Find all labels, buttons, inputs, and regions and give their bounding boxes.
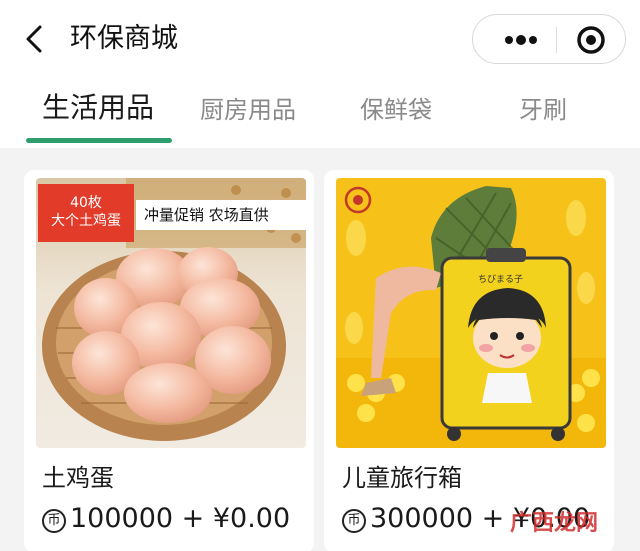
back-arrow-icon[interactable]	[18, 22, 52, 56]
product-name: 儿童旅行箱	[342, 464, 462, 492]
promo-slogan: 冲量促销 农场直供	[136, 200, 306, 230]
tab-toothbrush[interactable]: 牙刷	[519, 94, 567, 126]
watermark: 广西龙网	[510, 511, 599, 536]
active-tab-indicator	[26, 138, 172, 143]
coin-icon: 币	[42, 509, 66, 533]
product-card-suitcase[interactable]: ちびまる子 儿童旅行箱 币 300000 + ¥0.00	[324, 170, 614, 551]
miniprogram-capsule	[472, 14, 626, 64]
product-image-suitcase: ちびまる子	[336, 178, 606, 448]
svg-text:ちびまる子: ちびまる子	[478, 274, 523, 285]
category-tabs: 生活用品 厨房用品 保鲜袋 牙刷	[0, 80, 640, 148]
product-price: 币 100000 + ¥0.00	[42, 500, 290, 538]
product-name: 土鸡蛋	[42, 464, 114, 492]
product-card-eggs[interactable]: 40枚 大个土鸡蛋 冲量促销 农场直供 土鸡蛋 币 100000 + ¥0.00	[24, 170, 314, 551]
page-title: 环保商城	[70, 23, 178, 54]
capsule-divider	[556, 27, 557, 53]
suitcase-illustration: ちびまる子	[336, 178, 606, 448]
promo-badge-desc: 大个土鸡蛋	[51, 213, 121, 229]
more-icon[interactable]	[491, 23, 551, 57]
close-target-icon[interactable]	[571, 23, 611, 57]
coin-icon: 币	[342, 509, 366, 533]
promo-badge-count: 40枚	[70, 195, 102, 211]
promo-badge: 40枚 大个土鸡蛋	[38, 184, 134, 242]
tab-kitchen-goods[interactable]: 厨房用品	[200, 94, 296, 126]
product-image-eggs: 40枚 大个土鸡蛋 冲量促销 农场直供	[36, 178, 306, 448]
top-navigation-bar: 环保商城	[0, 0, 640, 80]
price-value: 100000 + ¥0.00	[70, 503, 291, 534]
tab-daily-goods[interactable]: 生活用品	[42, 92, 154, 124]
tab-cling-bags[interactable]: 保鲜袋	[360, 94, 432, 126]
product-grid: 40枚 大个土鸡蛋 冲量促销 农场直供 土鸡蛋 币100000 + ¥0.00	[0, 148, 640, 551]
